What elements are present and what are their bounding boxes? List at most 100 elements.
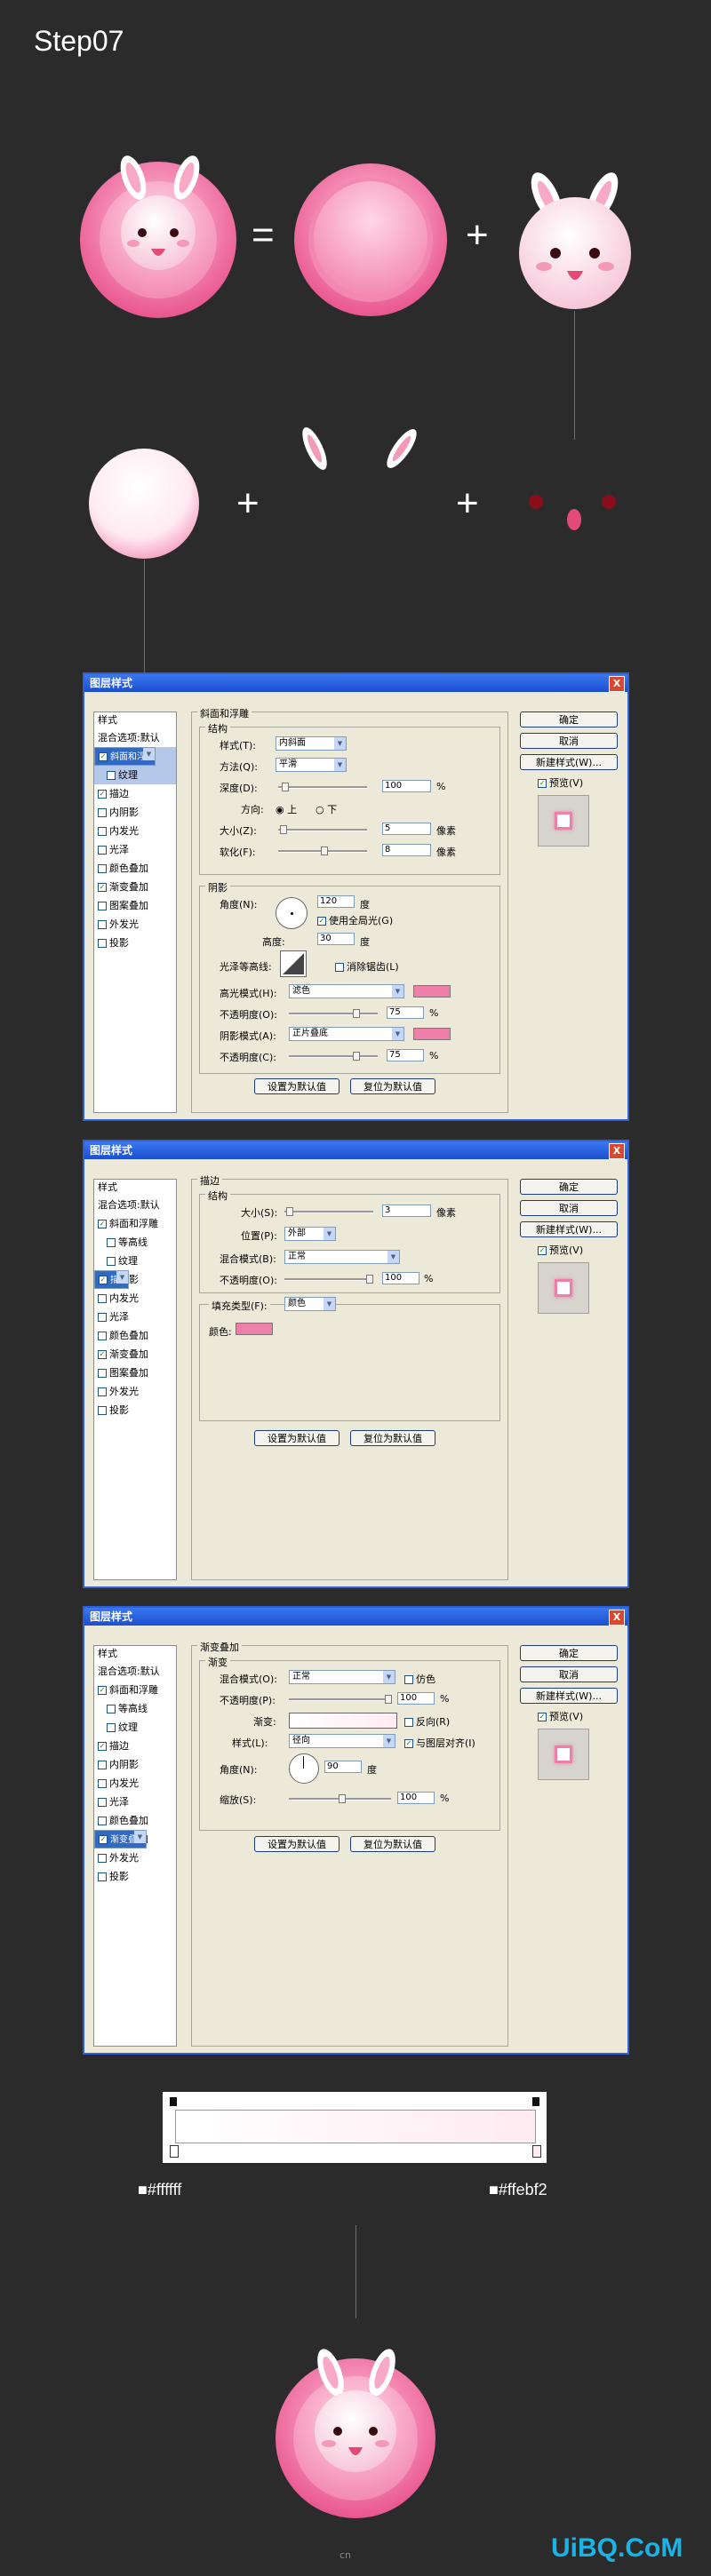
highlight-mode-select[interactable]: 滤色: [289, 984, 404, 998]
opacity-slider[interactable]: [289, 1695, 392, 1704]
ok-button[interactable]: 确定: [520, 712, 618, 727]
opacity-input[interactable]: 100: [382, 1272, 419, 1284]
antialias-checkbox[interactable]: 消除锯齿(L): [335, 959, 399, 974]
soften-slider[interactable]: [278, 847, 367, 855]
set-default-button[interactable]: 设置为默认值: [254, 1430, 340, 1446]
preview-checkbox[interactable]: ✓ 预览(V): [538, 1243, 583, 1257]
set-default-button[interactable]: 设置为默认值: [254, 1836, 340, 1852]
style-item-color-overlay[interactable]: 颜色叠加: [94, 1811, 176, 1830]
style-item-inner-glow[interactable]: 内发光: [94, 1289, 176, 1308]
depth-slider[interactable]: [278, 783, 367, 791]
opacity2-input[interactable]: 75: [387, 1049, 424, 1061]
color-stop-right-icon[interactable]: [532, 2145, 541, 2158]
style-item-inner-shadow[interactable]: 内阴影: [94, 1755, 176, 1774]
shadow-mode-select[interactable]: 正片叠底: [289, 1027, 404, 1041]
style-item-gradient-overlay[interactable]: ✓ 渐变叠加: [94, 1830, 147, 1849]
set-default-button[interactable]: 设置为默认值: [254, 1078, 340, 1094]
technique-select[interactable]: 平滑: [276, 758, 347, 772]
style-item-drop-shadow[interactable]: 投影: [94, 1867, 176, 1886]
style-item-pattern-overlay[interactable]: 图案叠加: [94, 1364, 176, 1382]
altitude-input[interactable]: 30: [317, 933, 355, 945]
close-icon[interactable]: X: [609, 1610, 625, 1626]
new-style-button[interactable]: 新建样式(W)...: [520, 1688, 618, 1704]
preview-checkbox[interactable]: ✓ 预览(V): [538, 1709, 583, 1723]
color-stop-left-icon[interactable]: [170, 2145, 179, 2158]
style-item-bevel[interactable]: ✓ 斜面和浮雕: [94, 1214, 176, 1233]
opacity1-input[interactable]: 75: [387, 1006, 424, 1019]
opacity-slider[interactable]: [284, 1275, 373, 1284]
cancel-button[interactable]: 取消: [520, 1666, 618, 1682]
style-item-contour[interactable]: 等高线: [94, 1233, 176, 1252]
highlight-color-swatch[interactable]: [413, 985, 451, 998]
style-item-color-overlay[interactable]: 颜色叠加: [94, 1326, 176, 1345]
opacity-stop-left-icon[interactable]: [170, 2097, 177, 2106]
style-item-inner-glow[interactable]: 内发光: [94, 1774, 176, 1793]
dither-checkbox[interactable]: 仿色: [404, 1672, 435, 1686]
style-item-stroke[interactable]: ✓ 描边: [94, 784, 176, 803]
size-slider[interactable]: [284, 1207, 373, 1216]
position-select[interactable]: 外部: [284, 1227, 336, 1241]
style-item-inner-glow[interactable]: 内发光: [94, 822, 176, 840]
reset-default-button[interactable]: 复位为默认值: [350, 1836, 435, 1852]
style-item-drop-shadow[interactable]: 投影: [94, 934, 176, 952]
opacity-stop-right-icon[interactable]: [532, 2097, 539, 2106]
stroke-color-swatch[interactable]: [236, 1323, 273, 1335]
new-style-button[interactable]: 新建样式(W)...: [520, 754, 618, 770]
ok-button[interactable]: 确定: [520, 1179, 618, 1195]
style-item-bevel[interactable]: ✓ 斜面和浮雕: [94, 1681, 176, 1699]
angle-input[interactable]: 120: [317, 895, 355, 908]
opacity-input[interactable]: 100: [397, 1692, 435, 1705]
scale-input[interactable]: 100: [397, 1792, 435, 1804]
style-item-texture[interactable]: 纹理: [94, 1718, 176, 1737]
style-item-drop-shadow[interactable]: 投影: [94, 1401, 176, 1419]
ok-button[interactable]: 确定: [520, 1645, 618, 1661]
style-item-outer-glow[interactable]: 外发光: [94, 1382, 176, 1401]
style-item-color-overlay[interactable]: 颜色叠加: [94, 859, 176, 878]
style-item-gradient-overlay[interactable]: ✓ 渐变叠加: [94, 878, 176, 896]
style-item-stroke[interactable]: ✓ 描边: [94, 1270, 129, 1289]
depth-input[interactable]: 100: [382, 780, 431, 792]
shadow-color-swatch[interactable]: [413, 1028, 451, 1040]
soften-input[interactable]: 8: [382, 844, 431, 856]
style-item-contour[interactable]: 等高线: [94, 1699, 176, 1718]
close-icon[interactable]: X: [609, 676, 625, 692]
dir-down-radio[interactable]: ○ 下: [316, 802, 337, 816]
style-item-gradient-overlay[interactable]: ✓ 渐变叠加: [94, 1345, 176, 1364]
global-light-checkbox[interactable]: ✓ 使用全局光(G): [317, 913, 393, 927]
preview-checkbox[interactable]: ✓ 预览(V): [538, 775, 583, 790]
style-item-pattern-overlay[interactable]: 图案叠加: [94, 896, 176, 915]
close-icon[interactable]: X: [609, 1143, 625, 1159]
opacity2-slider[interactable]: [289, 1052, 378, 1061]
opacity1-slider[interactable]: [289, 1009, 378, 1018]
style-item-texture[interactable]: 纹理: [94, 1252, 176, 1270]
size-slider[interactable]: [278, 825, 367, 834]
style-select[interactable]: 径向: [289, 1734, 395, 1748]
reset-default-button[interactable]: 复位为默认值: [350, 1078, 435, 1094]
style-item-satin[interactable]: 光泽: [94, 840, 176, 859]
cancel-button[interactable]: 取消: [520, 733, 618, 749]
cancel-button[interactable]: 取消: [520, 1200, 618, 1216]
align-checkbox[interactable]: ✓ 与图层对齐(I): [404, 1736, 475, 1750]
style-item-stroke[interactable]: ✓ 描边: [94, 1737, 176, 1755]
style-item-outer-glow[interactable]: 外发光: [94, 1849, 176, 1867]
fill-type-select[interactable]: 颜色: [284, 1297, 336, 1311]
angle-dial[interactable]: [289, 1753, 319, 1784]
blend-mode-select[interactable]: 正常: [284, 1250, 400, 1264]
angle-dial[interactable]: [276, 897, 308, 929]
style-item-satin[interactable]: 光泽: [94, 1308, 176, 1326]
gloss-contour-icon[interactable]: [280, 950, 307, 977]
size-input[interactable]: 5: [382, 823, 431, 835]
angle-input[interactable]: 90: [324, 1761, 362, 1773]
scale-slider[interactable]: [289, 1794, 391, 1803]
dir-up-radio[interactable]: ◉ 上: [276, 802, 297, 816]
style-item-inner-shadow[interactable]: 内阴影: [94, 803, 176, 822]
gradient-picker[interactable]: [289, 1713, 397, 1729]
style-item-bevel[interactable]: ✓ 斜面和浮雕: [94, 747, 156, 766]
reset-default-button[interactable]: 复位为默认值: [350, 1430, 435, 1446]
style-item-blend[interactable]: 混合选项:默认: [94, 728, 176, 747]
style-item-blend[interactable]: 混合选项:默认: [94, 1662, 176, 1681]
new-style-button[interactable]: 新建样式(W)...: [520, 1221, 618, 1237]
style-item-satin[interactable]: 光泽: [94, 1793, 176, 1811]
style-item-texture[interactable]: 纹理: [94, 766, 176, 784]
size-input[interactable]: 3: [382, 1205, 431, 1217]
